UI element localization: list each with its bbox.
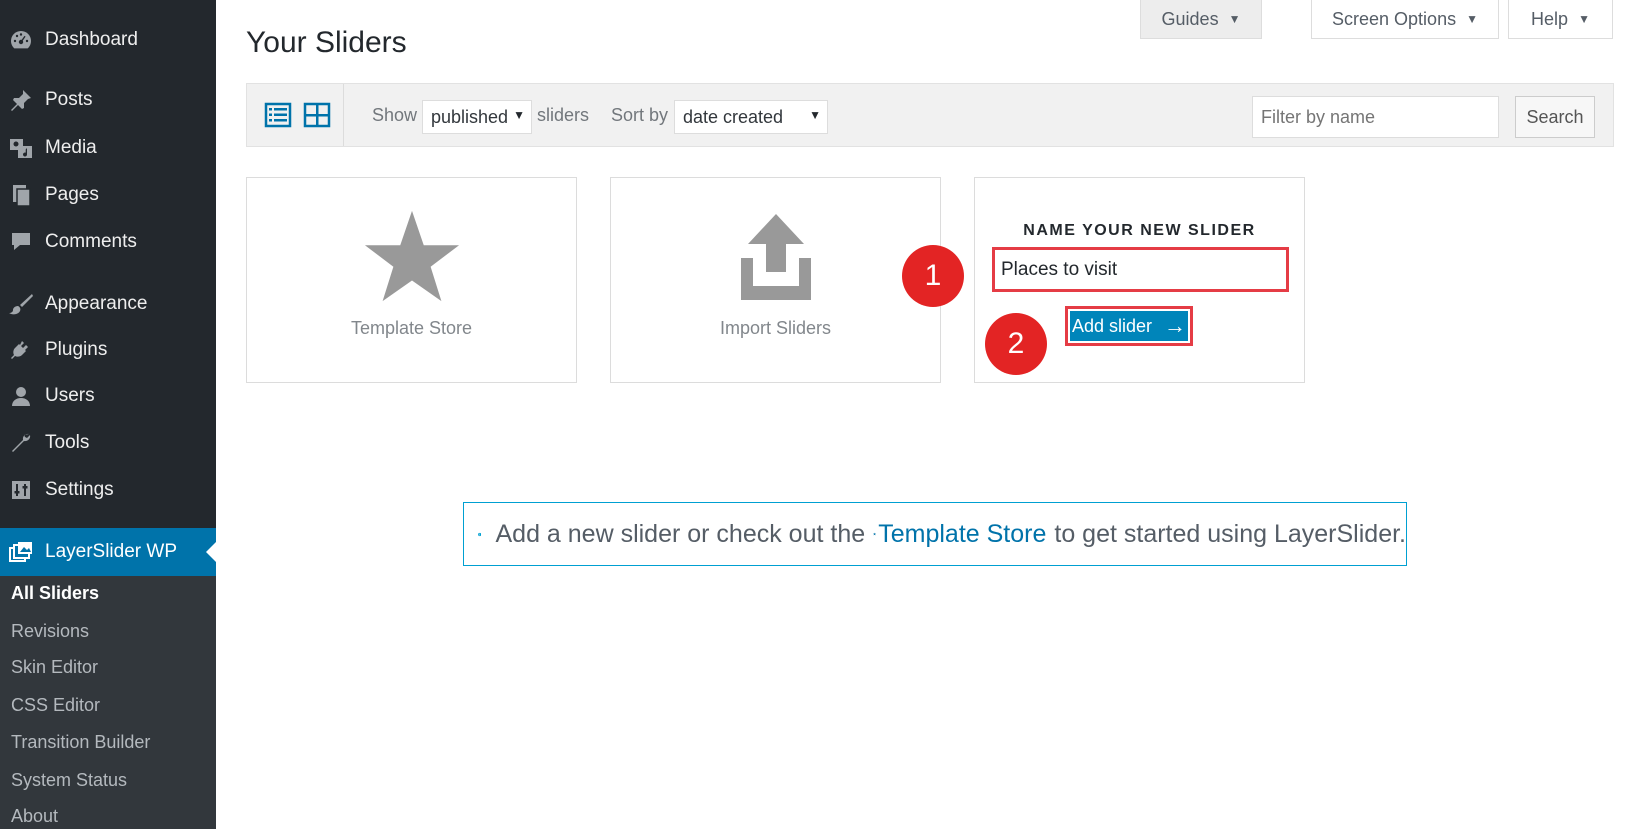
sidebar-item-layerslider[interactable]: LayerSlider WP — [0, 528, 216, 576]
search-button[interactable]: Search — [1515, 96, 1595, 138]
guides-label: Guides — [1161, 8, 1219, 29]
sidebar-item-dashboard[interactable]: Dashboard — [0, 22, 216, 58]
sidebar-item-media[interactable]: Media — [0, 130, 216, 166]
sidebar-item-label: Tools — [45, 432, 90, 453]
star-icon — [873, 532, 877, 536]
add-slider-button[interactable]: Add slider → — [1065, 306, 1193, 346]
caret-down-icon: ▼ — [1228, 12, 1241, 26]
sidebar-item-pages[interactable]: Pages — [0, 177, 216, 213]
upload-icon — [740, 214, 811, 300]
sort-select-value: date created — [683, 106, 784, 127]
add-slider-label: Add slider — [1071, 315, 1153, 336]
screen-options-label: Screen Options — [1332, 8, 1457, 29]
layerslider-submenu: All Sliders Revisions Skin Editor CSS Ed… — [0, 576, 216, 829]
user-icon — [7, 384, 35, 408]
dashboard-icon — [7, 28, 35, 52]
filter-bar: Show published ▼ sliders Sort by date cr… — [246, 83, 1614, 147]
help-tab[interactable]: Help ▼ — [1508, 0, 1613, 39]
sidebar-item-comments[interactable]: Comments — [0, 224, 216, 260]
sidebar-item-label: Settings — [45, 479, 114, 500]
sidebar-item-settings[interactable]: Settings — [0, 472, 216, 508]
slider-name-input[interactable] — [992, 247, 1289, 292]
sidebar-item-label: Comments — [45, 231, 137, 252]
sidebar-item-label: Media — [45, 137, 97, 158]
sidebar-item-tools[interactable]: Tools — [0, 425, 216, 461]
template-store-label: Template Store — [350, 318, 473, 338]
star-icon — [364, 210, 459, 302]
media-icon — [7, 136, 35, 160]
guides-tab[interactable]: Guides ▼ — [1140, 0, 1262, 39]
layerslider-icon — [7, 540, 35, 564]
import-sliders-card[interactable]: Import Sliders — [610, 177, 941, 383]
caret-down-icon: ▼ — [1578, 12, 1590, 26]
sidebar-item-label: Appearance — [45, 293, 148, 314]
caret-down-icon: ▼ — [1466, 12, 1478, 26]
new-slider-heading: NAME YOUR NEW SLIDER — [1023, 222, 1256, 239]
import-sliders-label: Import Sliders — [719, 318, 832, 338]
pages-icon — [7, 183, 35, 207]
sidebar-item-posts[interactable]: Posts — [0, 82, 216, 118]
filter-by-name-input[interactable] — [1252, 96, 1499, 138]
pushpin-icon — [7, 88, 35, 112]
sidebar-item-label: Dashboard — [45, 29, 138, 50]
submenu-all-sliders[interactable]: All Sliders — [11, 579, 99, 607]
comment-icon — [7, 230, 35, 254]
caret-down-icon: ▼ — [513, 108, 525, 122]
submenu-about[interactable]: About — [11, 802, 58, 829]
submenu-skin-editor[interactable]: Skin Editor — [11, 653, 98, 681]
sidebar-item-label: Posts — [45, 89, 93, 110]
list-view-icon[interactable] — [264, 101, 292, 129]
sliders-label: sliders — [537, 104, 590, 125]
grid-view-icon[interactable] — [303, 101, 331, 129]
wrench-icon — [7, 431, 35, 455]
sidebar-item-plugins[interactable]: Plugins — [0, 332, 216, 368]
paintbrush-icon — [7, 292, 35, 316]
sidebar-item-users[interactable]: Users — [0, 378, 216, 414]
show-label: Show — [372, 104, 418, 125]
sidebar-item-label: Plugins — [45, 339, 108, 360]
status-select[interactable]: published ▼ — [422, 100, 532, 134]
divider — [343, 84, 344, 146]
submenu-transition-builder[interactable]: Transition Builder — [11, 728, 150, 756]
template-store-card[interactable]: Template Store — [246, 177, 577, 383]
admin-sidebar: Dashboard Posts Media Pages Comments App… — [0, 0, 216, 829]
sidebar-item-label: Pages — [45, 184, 99, 205]
notice-text-before: Add a new slider or check out the — [495, 519, 866, 548]
template-store-link[interactable]: Template Store — [878, 520, 1046, 549]
arrow-right-icon: → — [1164, 313, 1187, 338]
caret-down-icon: ▼ — [809, 108, 821, 122]
sidebar-item-appearance[interactable]: Appearance — [0, 286, 216, 322]
sort-label: Sort by — [611, 104, 669, 125]
submenu-system-status[interactable]: System Status — [11, 766, 127, 794]
screen-options-tab[interactable]: Screen Options ▼ — [1311, 0, 1499, 39]
submenu-revisions[interactable]: Revisions — [11, 617, 89, 645]
info-icon — [478, 532, 482, 536]
plugin-icon — [7, 338, 35, 362]
step-2-badge: 2 — [985, 313, 1047, 375]
help-label: Help — [1531, 8, 1569, 29]
submenu-css-editor[interactable]: CSS Editor — [11, 691, 100, 719]
step-1-badge: 1 — [902, 245, 964, 307]
sidebar-item-label: LayerSlider WP — [45, 541, 177, 562]
notice-text-after: to get started using LayerSlider. — [1054, 519, 1406, 548]
sidebar-item-label: Users — [45, 385, 95, 406]
sort-select[interactable]: date created ▼ — [674, 100, 828, 134]
status-select-value: published — [431, 106, 509, 127]
settings-icon — [7, 478, 35, 502]
info-notice: Add a new slider or check out the Templa… — [463, 502, 1407, 566]
page-title: Your Sliders — [246, 26, 407, 59]
